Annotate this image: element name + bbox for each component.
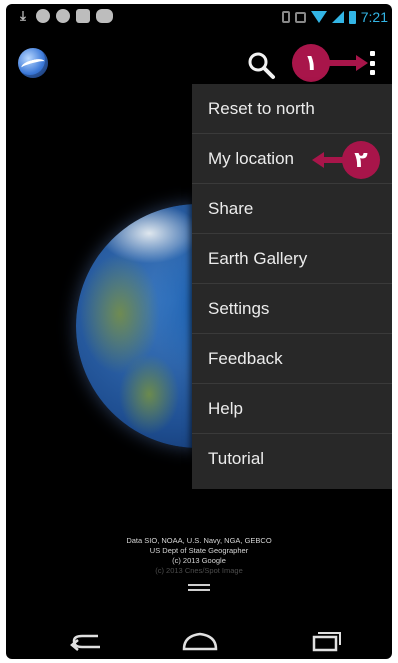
- overflow-menu-icon[interactable]: [368, 51, 376, 75]
- navigation-bar: [6, 624, 392, 659]
- menu-item-earth-gallery[interactable]: Earth Gallery: [192, 234, 392, 284]
- callout-badge-2: ۲: [342, 141, 380, 179]
- callout-arrow-1: [324, 60, 356, 66]
- drawer-handle-icon[interactable]: [188, 584, 210, 594]
- signal-icon: [331, 11, 344, 23]
- battery-icon: [348, 10, 356, 24]
- menu-item-help[interactable]: Help: [192, 384, 392, 434]
- wifi-icon: [310, 11, 327, 23]
- chat-icon: [36, 9, 50, 23]
- check-icon: [56, 9, 70, 23]
- google-earth-logo[interactable]: [18, 48, 48, 78]
- attribution-line-3: (c) 2013 Google: [172, 556, 226, 565]
- rotation-icon: [294, 11, 306, 23]
- menu-item-settings[interactable]: Settings: [192, 284, 392, 334]
- download-icon: ⤓: [20, 8, 26, 23]
- callout-arrow-tip-1: [356, 55, 368, 71]
- callout-number-1: ۱: [304, 50, 318, 76]
- system-icons: 7:21: [281, 9, 388, 25]
- clock: 7:21: [360, 9, 388, 25]
- gamepad-icon: [96, 9, 113, 23]
- map-attribution: Data SIO, NOAA, U.S. Navy, NGA, GEBCO US…: [6, 536, 392, 576]
- attribution-line-2: US Dept of State Geographer: [149, 546, 249, 555]
- status-bar: ⤓ 7:21: [6, 4, 392, 30]
- image-icon: [76, 9, 90, 23]
- recent-apps-icon[interactable]: [304, 630, 344, 652]
- menu-item-tutorial[interactable]: Tutorial: [192, 434, 392, 484]
- vibrate-icon: [281, 11, 290, 23]
- callout-arrow-tip-2: [312, 152, 324, 168]
- attribution-line-1: Data SIO, NOAA, U.S. Navy, NGA, GEBCO: [126, 536, 272, 545]
- search-icon[interactable]: [246, 50, 276, 80]
- menu-item-share[interactable]: Share: [192, 184, 392, 234]
- menu-item-feedback[interactable]: Feedback: [192, 334, 392, 384]
- back-icon[interactable]: [68, 630, 108, 652]
- callout-number-2: ۲: [354, 147, 368, 173]
- notification-icons: ⤓: [16, 9, 113, 23]
- menu-item-reset-to-north[interactable]: Reset to north: [192, 84, 392, 134]
- home-icon[interactable]: [180, 630, 220, 652]
- phone-screen: ⤓ 7:21 ۱ Reset to north My location Shar…: [6, 4, 392, 659]
- attribution-line-4: (c) 2013 Cnes/Spot Image: [155, 566, 243, 575]
